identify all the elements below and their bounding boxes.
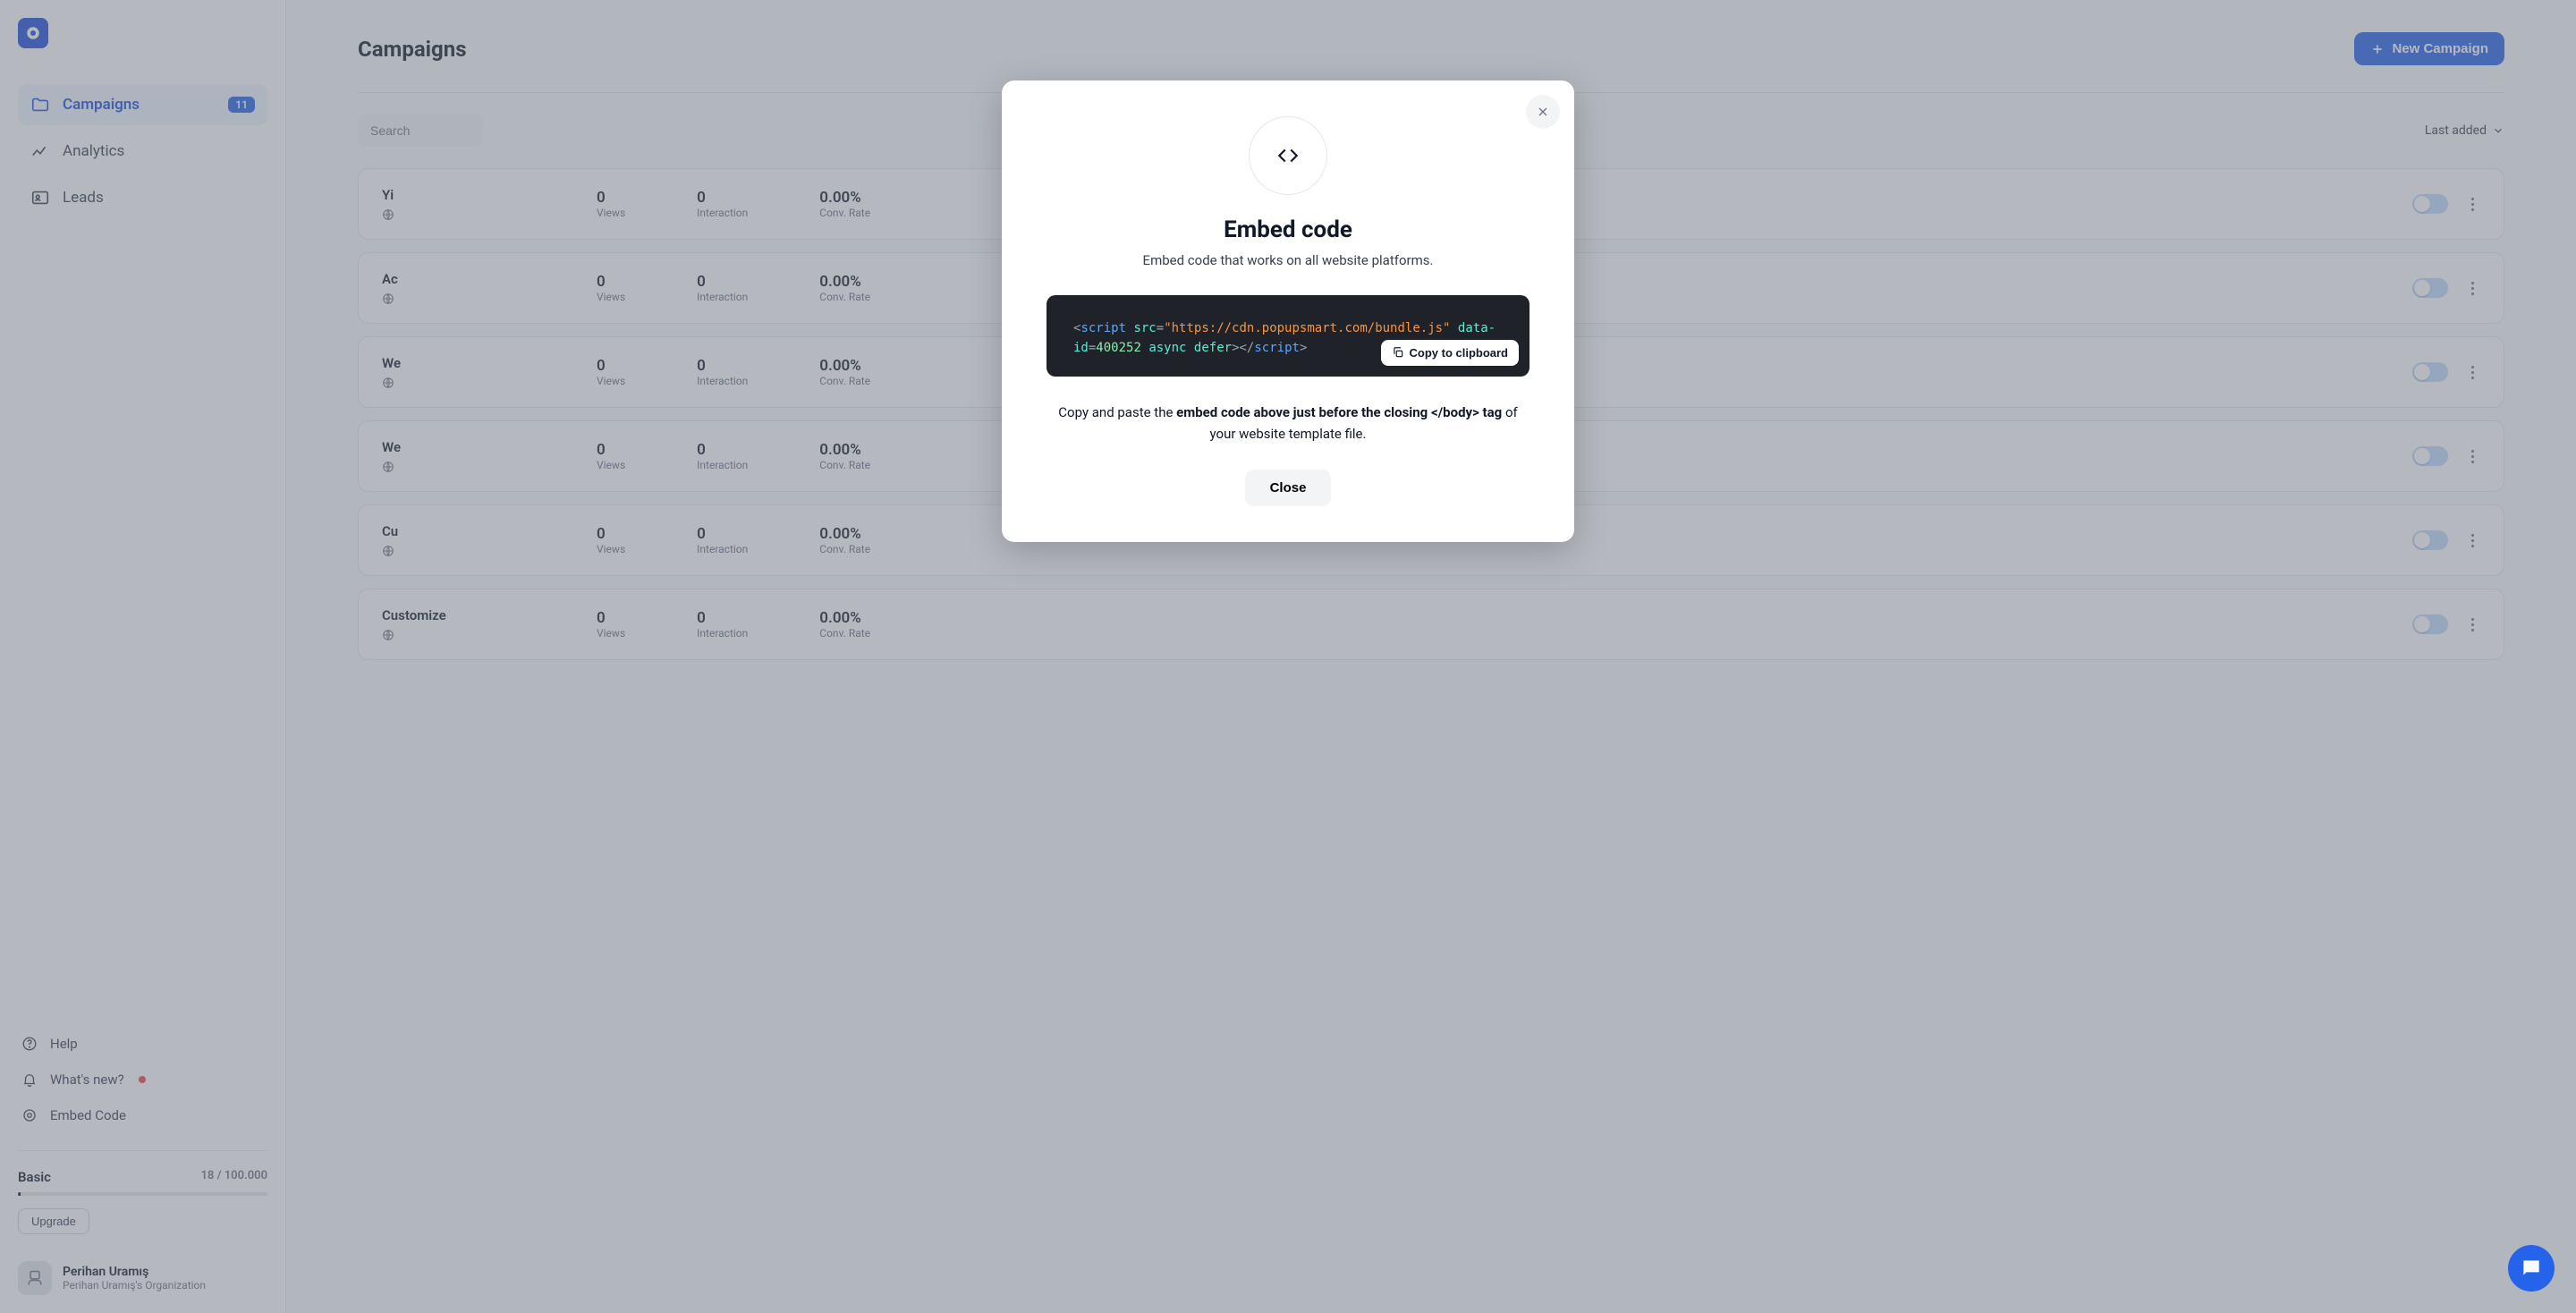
copy-label: Copy to clipboard [1410,346,1509,360]
modal-title: Embed code [1046,216,1530,243]
modal-close-button[interactable] [1526,95,1560,129]
chat-widget-button[interactable] [2508,1245,2555,1292]
copy-icon [1392,346,1404,359]
chat-icon [2520,1257,2543,1280]
code-icon [1249,116,1327,195]
copy-to-clipboard-button[interactable]: Copy to clipboard [1381,340,1520,366]
close-icon [1536,105,1550,119]
modal-subtitle: Embed code that works on all website pla… [1046,252,1530,268]
modal-overlay[interactable]: Embed code Embed code that works on all … [0,0,2576,1313]
embed-code-modal: Embed code Embed code that works on all … [1002,80,1574,542]
modal-close-action-button[interactable]: Close [1245,470,1332,506]
embed-code-block: <script src="https://cdn.popupsmart.com/… [1046,295,1530,377]
modal-instruction: Copy and paste the embed code above just… [1046,402,1530,445]
